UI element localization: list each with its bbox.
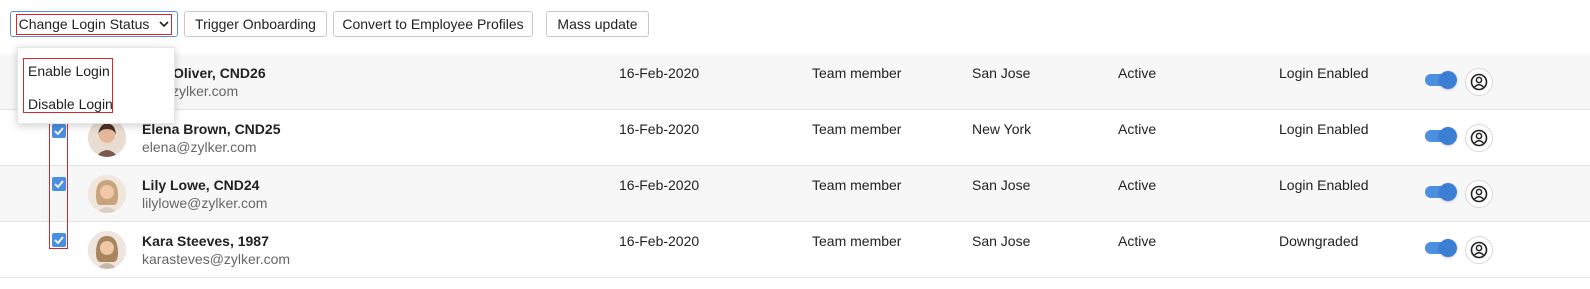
toggle-on-icon[interactable] (1425, 71, 1457, 89)
toggle-on-icon[interactable] (1425, 183, 1457, 201)
avatar (88, 231, 126, 269)
table-row[interactable]: Elena Brown, CND25 elena@zylker.com 16-F… (0, 110, 1590, 166)
employee-email: zylker.com (172, 83, 239, 99)
user-circle-icon[interactable] (1465, 68, 1493, 96)
employee-name: Lily Lowe, CND24 (142, 177, 260, 193)
table-row[interactable]: Oliver, CND26 zylker.com 16-Feb-2020 Tea… (0, 54, 1590, 110)
date-cell: 16-Feb-2020 (619, 65, 700, 81)
login-status-dropdown: Enable Login Disable Login (17, 47, 175, 124)
employee-email: karasteves@zylker.com (142, 251, 291, 267)
login-status-cell: Downgraded (1279, 233, 1359, 249)
date-cell: 16-Feb-2020 (619, 177, 700, 193)
checkbox-checked-icon[interactable] (52, 124, 66, 138)
status-cell: Active (1118, 233, 1157, 249)
employee-email: lilylowe@zylker.com (142, 195, 268, 211)
mass-update-button[interactable]: Mass update (546, 11, 649, 37)
date-cell: 16-Feb-2020 (619, 233, 700, 249)
employee-name: Oliver, CND26 (173, 65, 266, 81)
user-circle-icon[interactable] (1465, 236, 1493, 264)
location-cell: San Jose (972, 233, 1031, 249)
location-cell: San Jose (972, 65, 1031, 81)
toolbar: Change Login Status Trigger Onboarding C… (0, 0, 1590, 52)
table-row[interactable]: Lily Lowe, CND24 lilylowe@zylker.com 16-… (0, 166, 1590, 222)
role-cell: Team member (812, 177, 902, 193)
status-cell: Active (1118, 121, 1157, 137)
role-cell: Team member (812, 65, 902, 81)
checkbox-checked-icon[interactable] (52, 233, 66, 247)
login-status-cell: Login Enabled (1279, 65, 1369, 81)
chevron-down-icon (159, 20, 169, 28)
avatar (88, 175, 126, 213)
change-login-status-button[interactable]: Change Login Status (10, 11, 178, 37)
location-cell: San Jose (972, 177, 1031, 193)
toggle-on-icon[interactable] (1425, 127, 1457, 145)
role-cell: Team member (812, 233, 902, 249)
employee-name: Kara Steeves, 1987 (142, 233, 269, 249)
location-cell: New York (972, 121, 1032, 137)
status-cell: Active (1118, 65, 1157, 81)
disable-login-option[interactable]: Disable Login (28, 96, 113, 112)
role-cell: Team member (812, 121, 902, 137)
login-status-cell: Login Enabled (1279, 121, 1369, 137)
employee-email: elena@zylker.com (142, 139, 257, 155)
change-login-status-label: Change Login Status (18, 16, 150, 32)
user-circle-icon[interactable] (1465, 124, 1493, 152)
table-row[interactable]: Kara Steeves, 1987 karasteves@zylker.com… (0, 222, 1590, 278)
checkbox-checked-icon[interactable] (52, 177, 66, 191)
trigger-onboarding-button[interactable]: Trigger Onboarding (184, 11, 327, 37)
date-cell: 16-Feb-2020 (619, 121, 700, 137)
avatar (88, 119, 126, 157)
status-cell: Active (1118, 177, 1157, 193)
enable-login-option[interactable]: Enable Login (28, 63, 110, 79)
toggle-on-icon[interactable] (1425, 239, 1457, 257)
convert-employee-profiles-button[interactable]: Convert to Employee Profiles (333, 11, 533, 37)
login-status-cell: Login Enabled (1279, 177, 1369, 193)
user-circle-icon[interactable] (1465, 180, 1493, 208)
